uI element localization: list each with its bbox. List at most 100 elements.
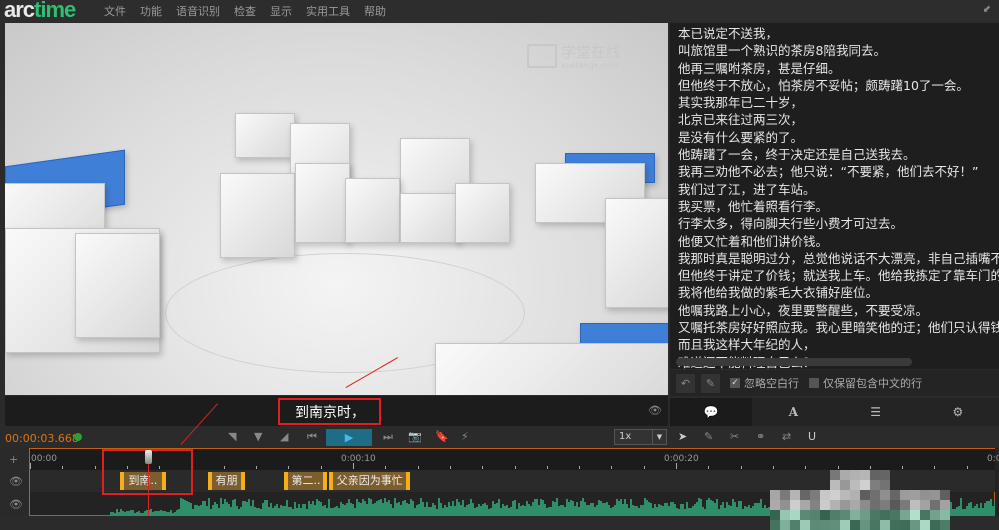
mosaic-block [780, 520, 790, 530]
tick [256, 466, 258, 469]
mosaic-block [870, 520, 880, 530]
script-line[interactable]: 我再三劝他不必去；他只说：“不要紧，他们去不好！” [670, 163, 999, 180]
subtitle-clip[interactable]: 有朋 [207, 472, 245, 490]
right-tabs: 💬 A ☰ ⚙ [670, 398, 999, 426]
waveform-bar [994, 499, 995, 516]
script-line[interactable]: 本已说定不送我， [670, 25, 999, 42]
script-line[interactable]: 他嘱我路上小心，夜里要警醒些，不要受凉。 [670, 302, 999, 319]
mosaic-block [860, 520, 870, 530]
tick [611, 466, 613, 469]
mosaic-block [790, 520, 800, 530]
camera-icon[interactable]: 📷 [408, 430, 422, 443]
bookmark-icon[interactable]: 🔖 [435, 430, 449, 443]
mosaic-block [800, 490, 810, 500]
chevron-down-icon[interactable]: ▼ [652, 430, 666, 444]
tab-settings[interactable]: ⚙ [917, 398, 999, 426]
mosaic-block [900, 520, 910, 530]
scissors-icon[interactable]: ✂ [730, 430, 739, 443]
script-line[interactable]: 其实我那年已二十岁， [670, 94, 999, 111]
menu-function[interactable]: 功能 [140, 3, 162, 19]
add-track-icon[interactable]: + [9, 453, 18, 466]
tick [934, 466, 936, 469]
script-text-panel[interactable]: 本已说定不送我， 叫旅馆里一个熟识的茶房8陪我同去。 他再三嘱咐茶房，甚是仔细。 但他… [670, 23, 999, 369]
tick [708, 466, 710, 469]
tab-chat[interactable]: 💬 [670, 398, 753, 426]
mosaic-block [880, 500, 890, 510]
undo-icon[interactable]: ↶ [676, 373, 695, 393]
subtitle-clip[interactable]: 第二.. [283, 472, 328, 490]
magic-wand-icon[interactable]: ⚡ [461, 430, 469, 443]
mark-in-icon[interactable]: ◥ [228, 430, 236, 443]
script-line[interactable]: 是没有什么要紧的了。 [670, 129, 999, 146]
mosaic-block [850, 500, 860, 510]
keep-chinese-checkbox[interactable] [809, 378, 819, 388]
pencil-icon[interactable]: ✎ [701, 373, 720, 393]
script-line[interactable]: 他便又忙着和他们讲价钱。 [670, 233, 999, 250]
mosaic-block [780, 500, 790, 510]
script-line[interactable]: 叫旅馆里一个熟识的茶房8陪我同去。 [670, 42, 999, 59]
script-line[interactable]: 但他终于不放心，怕茶房不妥帖；颇踌躇10了一会。 [670, 77, 999, 94]
pointer-icon[interactable]: ➤ [678, 430, 687, 443]
tick [643, 466, 645, 469]
speed-select[interactable]: 1x ▼ [614, 429, 667, 445]
menu-speech-recognition[interactable]: 语音识别 [176, 3, 220, 19]
eye-icon[interactable]: 👁 [648, 404, 662, 417]
script-line[interactable]: 我们过了江，进了车站。 [670, 181, 999, 198]
mark-out-icon[interactable]: ◢ [280, 430, 288, 443]
script-line[interactable]: 我买票，他忙着照看行李。 [670, 198, 999, 215]
xuetangx-logo-icon [527, 44, 557, 68]
subtitle-clip[interactable]: 父亲因为事忙 [328, 472, 410, 490]
mosaic-block [840, 520, 850, 530]
tick [482, 466, 484, 469]
video-preview[interactable]: 学堂在线 xuetangx.com [5, 23, 668, 395]
horizontal-scrollbar[interactable] [676, 358, 912, 366]
mosaic-block [790, 490, 800, 500]
playhead[interactable] [148, 463, 150, 516]
script-line[interactable]: 但他终于讲定了价钱；就送我上车。他给我拣定了靠车门的一张椅子 [670, 267, 999, 284]
mosaic-block [920, 510, 930, 520]
eye-icon[interactable]: 👁 [9, 475, 23, 488]
mosaic-block [770, 490, 780, 500]
mosaic-block [940, 520, 950, 530]
tick [385, 466, 387, 469]
mosaic-block [900, 500, 910, 510]
script-line[interactable]: 又嘱托茶房好好照应我。我心里暗笑他的迂；他们只认得钱 [670, 319, 999, 336]
mosaic-block [770, 520, 780, 530]
mosaic-block [840, 510, 850, 520]
script-line[interactable]: 他再三嘱咐茶房，甚是仔细。 [670, 60, 999, 77]
mosaic-block [800, 510, 810, 520]
menu-file[interactable]: 文件 [104, 3, 126, 19]
script-line[interactable]: 行李太多，得向脚夫行些小费才可过去。 [670, 215, 999, 232]
mosaic-block [880, 470, 890, 480]
script-line[interactable]: 我那时真是聪明过分，总觉他说话不大漂亮，非自己插嘴不可 [670, 250, 999, 267]
mosaic-block [840, 490, 850, 500]
next-icon[interactable]: ⏭ [383, 430, 393, 444]
script-line[interactable]: 他踌躇了一会，终于决定还是自己送我去。 [670, 146, 999, 163]
mark-down-icon[interactable]: ▼ [254, 430, 262, 443]
swap-icon[interactable]: ⇄ [782, 430, 791, 443]
play-button[interactable]: ▶ [326, 429, 372, 446]
magnet-icon[interactable]: U [808, 430, 816, 443]
tab-list[interactable]: ☰ [835, 398, 917, 426]
link-icon[interactable]: ⚭ [756, 430, 765, 443]
window-restore-icon[interactable]: ⬋ [983, 4, 991, 15]
edit-icon[interactable]: ✎ [704, 430, 713, 443]
mosaic-block [930, 510, 940, 520]
prev-icon[interactable]: ⏮ [307, 430, 317, 444]
menu-check[interactable]: 检查 [234, 3, 256, 19]
eye-icon[interactable]: 👁 [9, 498, 23, 511]
tick [772, 466, 774, 469]
cube [400, 193, 460, 243]
menu-display[interactable]: 显示 [270, 3, 292, 19]
menu-help[interactable]: 帮助 [364, 3, 386, 19]
mosaic-block [920, 520, 930, 530]
playhead-handle[interactable] [145, 450, 153, 464]
script-line[interactable]: 而且我这样大年纪的人， [670, 336, 999, 353]
mosaic-block [850, 520, 860, 530]
ignore-blank-checkbox[interactable]: ✓ [730, 378, 740, 388]
menu-tools[interactable]: 实用工具 [306, 3, 350, 19]
script-line[interactable]: 北京已来往过两三次， [670, 111, 999, 128]
script-line[interactable]: 我将他给我做的紫毛大衣铺好座位。 [670, 284, 999, 301]
tab-font[interactable]: A [752, 398, 834, 426]
watermark: 学堂在线 xuetangx.com [527, 42, 621, 70]
